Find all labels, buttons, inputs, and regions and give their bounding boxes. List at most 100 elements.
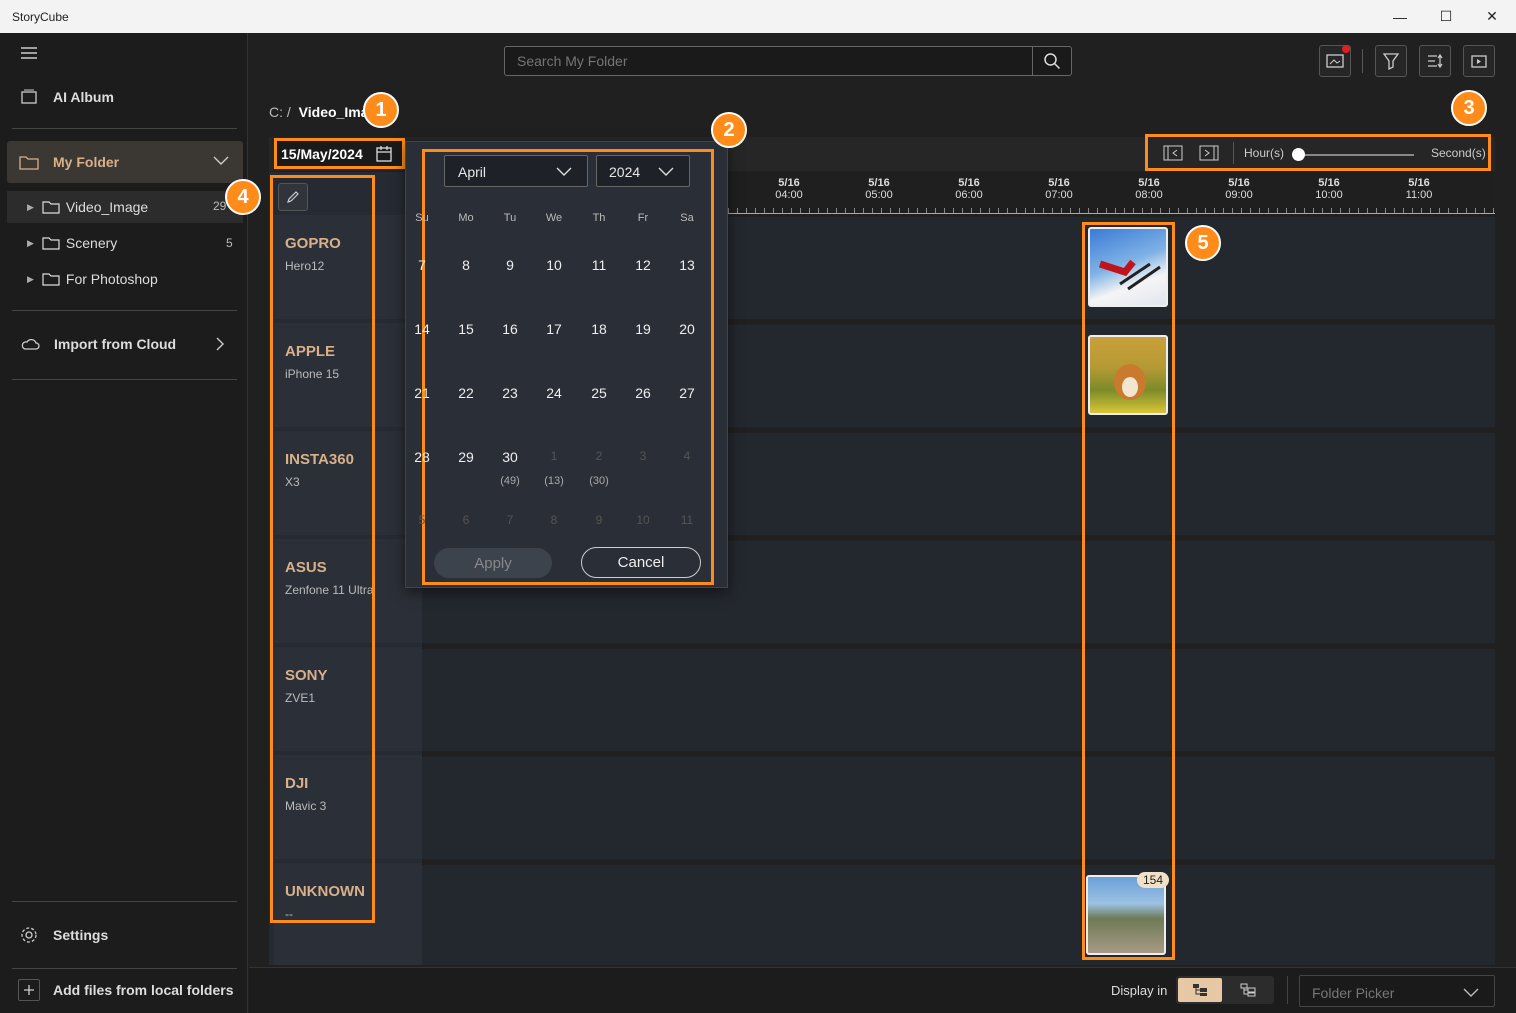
timeline-lane[interactable] — [422, 865, 1495, 965]
calendar-day[interactable]: 10 — [534, 257, 574, 273]
callout-badge-2: 2 — [711, 112, 747, 148]
calendar-day[interactable]: 23 — [490, 385, 530, 401]
settings-item[interactable]: Settings — [0, 923, 248, 947]
device-row[interactable]: GOPRO Hero12 — [274, 215, 422, 319]
import-from-cloud-item[interactable]: Import from Cloud — [0, 331, 248, 357]
time-tick-label: 5/16 09:00 — [1219, 177, 1259, 201]
calendar-day[interactable]: 15 — [446, 321, 486, 337]
day-media-count: (49) — [500, 475, 520, 487]
media-thumbnail-skier[interactable] — [1088, 227, 1168, 307]
calendar-day[interactable]: 12 — [623, 257, 663, 273]
filter-button[interactable] — [1375, 45, 1407, 77]
calendar-day[interactable]: 26 — [623, 385, 663, 401]
expand-arrow-icon[interactable]: ▶ — [27, 274, 34, 285]
zoom-slider-handle[interactable] — [1292, 148, 1305, 161]
media-thumbnail-dog[interactable] — [1088, 335, 1168, 415]
my-folder-label: My Folder — [53, 154, 120, 170]
edit-devices-button[interactable] — [278, 183, 308, 211]
calendar-day[interactable]: 19 — [623, 321, 663, 337]
calendar-day[interactable]: 14 — [402, 321, 442, 337]
calendar-icon[interactable] — [375, 145, 393, 163]
calendar-day: 4 — [683, 449, 691, 463]
clip-export-icon — [1470, 52, 1488, 70]
folder-item-for-photoshop[interactable]: ▶ For Photoshop — [7, 265, 243, 293]
device-row[interactable]: SONY ZVE1 — [274, 647, 422, 751]
minimize-button[interactable]: — — [1377, 0, 1423, 33]
my-folder-header[interactable]: My Folder — [7, 141, 243, 183]
calendar-day[interactable]: 27 — [667, 385, 707, 401]
display-tree-button[interactable] — [1178, 978, 1222, 1002]
close-button[interactable]: ✕ — [1469, 0, 1515, 33]
folder-icon — [42, 236, 60, 250]
expand-right-icon[interactable] — [1199, 145, 1219, 166]
hamburger-menu-icon[interactable] — [20, 45, 38, 66]
callout-badge-4: 4 — [225, 179, 261, 215]
calendar-day[interactable]: 16 — [490, 321, 530, 337]
calendar-day[interactable]: 22 — [446, 385, 486, 401]
timeline-lane[interactable] — [422, 649, 1495, 751]
calendar-day[interactable]: 9 — [490, 257, 530, 273]
calendar-day[interactable]: 30 — [490, 449, 530, 465]
collapse-left-icon[interactable] — [1163, 145, 1183, 166]
device-row[interactable]: DJI Mavic 3 — [274, 755, 422, 859]
search-box[interactable] — [504, 46, 1072, 76]
calendar-day[interactable]: 17 — [534, 321, 574, 337]
display-list-button[interactable] — [1226, 978, 1270, 1002]
device-row[interactable]: APPLE iPhone 15 — [274, 323, 422, 427]
device-model: Zenfone 11 Ultra — [285, 583, 374, 597]
apply-button[interactable]: Apply — [434, 548, 552, 578]
tick-date: 5/16 — [1048, 177, 1070, 189]
divider — [12, 379, 237, 380]
device-row[interactable]: UNKNOWN -- — [274, 863, 422, 965]
add-files-button[interactable]: Add files from local folders — [0, 978, 248, 1002]
folder-picker-dropdown[interactable]: Folder Picker — [1299, 975, 1495, 1007]
calendar-day[interactable]: 18 — [579, 321, 619, 337]
date-value: 15/May/2024 — [281, 145, 363, 162]
weekday-header: Th — [592, 212, 606, 224]
time-tick-label: 5/16 06:00 — [949, 177, 989, 201]
timeline-lane[interactable] — [422, 757, 1495, 859]
breadcrumb-root[interactable]: C: / — [269, 104, 291, 120]
tree-view-icon — [1192, 983, 1208, 997]
device-row[interactable]: ASUS Zenfone 11 Ultra — [274, 539, 422, 643]
calendar-day[interactable]: 13 — [667, 257, 707, 273]
time-tick-label: 5/16 05:00 — [859, 177, 899, 201]
calendar-day[interactable]: 20 — [667, 321, 707, 337]
zoom-slider[interactable] — [1298, 154, 1414, 156]
calendar-day[interactable]: 25 — [579, 385, 619, 401]
month-dropdown[interactable]: April — [444, 155, 588, 187]
ai-album-item[interactable]: AI Album — [0, 85, 248, 109]
maximize-button[interactable]: ☐ — [1423, 0, 1469, 33]
search-button[interactable] — [1032, 47, 1071, 75]
expand-arrow-icon[interactable]: ▶ — [27, 202, 34, 213]
calendar-day[interactable]: 7 — [402, 257, 442, 273]
tick-time: 11:00 — [1405, 189, 1433, 201]
calendar-day[interactable]: 24 — [534, 385, 574, 401]
date-picker-field[interactable]: 15/May/2024 — [274, 138, 405, 169]
calendar-day[interactable]: 28 — [402, 449, 442, 465]
search-input[interactable] — [505, 47, 1032, 75]
calendar-day[interactable]: 11 — [579, 257, 619, 273]
ai-scan-button[interactable] — [1319, 45, 1351, 77]
folder-item-video-image[interactable]: ▶ Video_Image 29 — [7, 191, 243, 223]
device-name: ASUS — [285, 559, 327, 576]
folder-item-scenery[interactable]: ▶ Scenery 5 — [7, 229, 243, 257]
tick-time: 09:00 — [1225, 189, 1253, 201]
calendar-day[interactable]: 8 — [446, 257, 486, 273]
cancel-button[interactable]: Cancel — [581, 547, 701, 578]
expand-arrow-icon[interactable]: ▶ — [27, 238, 34, 249]
sort-icon — [1426, 52, 1444, 70]
chevron-right-icon — [215, 336, 225, 355]
settings-label: Settings — [53, 927, 109, 943]
tick-date: 5/16 — [1138, 177, 1160, 189]
sort-button[interactable] — [1419, 45, 1451, 77]
divider — [1362, 49, 1363, 73]
app-title: StoryCube — [12, 10, 69, 24]
export-button[interactable] — [1463, 45, 1495, 77]
calendar-day[interactable]: 29 — [446, 449, 486, 465]
calendar-day[interactable]: 21 — [402, 385, 442, 401]
device-row[interactable]: INSTA360 X3 — [274, 431, 422, 535]
calendar-day: 6 — [462, 513, 470, 527]
pencil-icon — [285, 189, 301, 205]
year-dropdown[interactable]: 2024 — [596, 155, 690, 187]
